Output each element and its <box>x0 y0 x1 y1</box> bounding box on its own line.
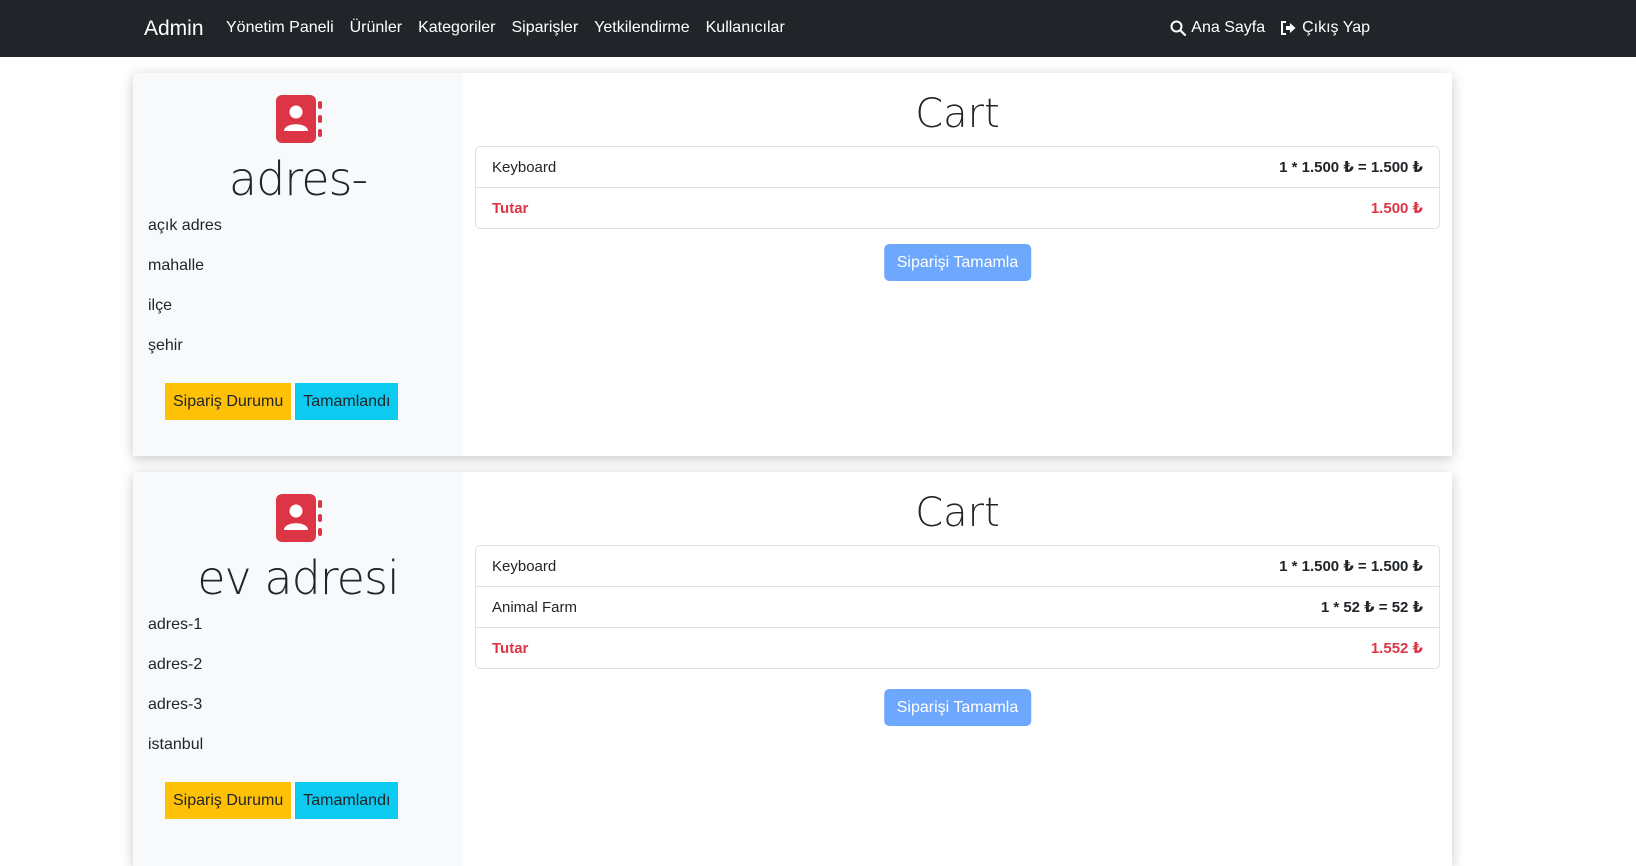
nav-link-yetkilendirme[interactable]: Yetkilendirme <box>594 19 689 37</box>
address-lines: adres-1 adres-2 adres-3 istanbul <box>148 614 203 774</box>
search-icon <box>1170 20 1187 36</box>
order-card: ev adresi adres-1 adres-2 adres-3 istanb… <box>133 472 1452 866</box>
address-line: adres-2 <box>148 656 203 673</box>
status-completed-badge[interactable]: Tamamlandı <box>295 782 399 819</box>
address-line: açık adres <box>148 217 222 234</box>
status-completed-badge[interactable]: Tamamlandı <box>295 383 399 420</box>
address-line: mahalle <box>148 257 205 274</box>
cart-total-label: Tutar <box>492 639 529 657</box>
address-line: adres-3 <box>148 696 203 713</box>
cart-total-value: 1.500 ₺ <box>1370 200 1423 217</box>
cart-list: Keyboard 1 * 1.500 ₺ = 1.500 ₺ Animal Fa… <box>475 545 1440 669</box>
order-status-button[interactable]: Sipariş Durumu <box>165 782 292 819</box>
nav-link-siparisler[interactable]: Siparişler <box>511 19 578 37</box>
order-status-button[interactable]: Sipariş Durumu <box>165 383 292 420</box>
cart-item: Keyboard 1 * 1.500 ₺ = 1.500 ₺ <box>476 147 1439 188</box>
nav-right: Ana Sayfa Çıkış Yap <box>1155 19 1370 37</box>
nav-link-kullanicilar[interactable]: Kullanıcılar <box>706 19 785 37</box>
address-title: adres- <box>228 152 368 206</box>
navbar: Admin Yönetim Paneli Ürünler Kategoriler… <box>0 0 1636 57</box>
cart-item-price: 1 * 52 ₺ = 52 ₺ <box>1320 599 1423 616</box>
complete-order-button[interactable]: Siparişi Tamamla <box>883 689 1032 726</box>
cart-panel: Cart Keyboard 1 * 1.500 ₺ = 1.500 ₺ Anim… <box>463 472 1452 866</box>
cart-item: Keyboard 1 * 1.500 ₺ = 1.500 ₺ <box>476 546 1439 587</box>
address-line: istanbul <box>148 736 204 753</box>
order-card: adres- açık adres mahalle ilçe şehir Sip… <box>133 73 1452 456</box>
home-link-label: Ana Sayfa <box>1191 19 1266 36</box>
status-row: Sipariş Durumu Tamamlandı <box>165 782 399 819</box>
home-link[interactable]: Ana Sayfa <box>1170 19 1265 37</box>
address-line: adres-1 <box>148 616 203 633</box>
cart-item-name: Animal Farm <box>492 598 578 616</box>
cart-total-value: 1.552 ₺ <box>1370 640 1423 657</box>
nav-link-yonetim-paneli[interactable]: Yönetim Paneli <box>226 19 334 37</box>
address-book-icon <box>276 494 322 542</box>
status-row: Sipariş Durumu Tamamlandı <box>165 383 399 420</box>
address-panel: ev adresi adres-1 adres-2 adres-3 istanb… <box>133 472 463 866</box>
address-line: şehir <box>148 337 183 354</box>
address-title: ev adresi <box>197 551 399 605</box>
cart-item-price: 1 * 1.500 ₺ = 1.500 ₺ <box>1279 558 1423 575</box>
cart-item-name: Keyboard <box>492 158 557 176</box>
cart-total-row: Tutar 1.500 ₺ <box>476 188 1439 228</box>
cart-item-name: Keyboard <box>492 557 557 575</box>
cart-title: Cart <box>915 91 1000 137</box>
cart-list: Keyboard 1 * 1.500 ₺ = 1.500 ₺ Tutar 1.5… <box>475 146 1440 229</box>
cart-item-price: 1 * 1.500 ₺ = 1.500 ₺ <box>1279 159 1423 176</box>
cart-item: Animal Farm 1 * 52 ₺ = 52 ₺ <box>476 587 1439 628</box>
sign-out-icon <box>1281 21 1296 35</box>
nav-link-kategoriler[interactable]: Kategoriler <box>418 19 495 37</box>
address-panel: adres- açık adres mahalle ilçe şehir Sip… <box>133 73 463 456</box>
brand-link[interactable]: Admin <box>144 17 204 41</box>
address-book-icon <box>276 95 322 143</box>
address-lines: açık adres mahalle ilçe şehir <box>148 215 222 375</box>
cart-total-row: Tutar 1.552 ₺ <box>476 628 1439 668</box>
cart-title: Cart <box>915 490 1000 536</box>
logout-link[interactable]: Çıkış Yap <box>1280 19 1370 37</box>
logout-link-label: Çıkış Yap <box>1302 19 1370 36</box>
address-line: ilçe <box>148 297 173 314</box>
cart-panel: Cart Keyboard 1 * 1.500 ₺ = 1.500 ₺ Tuta… <box>463 73 1452 456</box>
complete-order-button[interactable]: Siparişi Tamamla <box>883 244 1032 281</box>
cart-total-label: Tutar <box>492 199 529 217</box>
nav-links: Yönetim Paneli Ürünler Kategoriler Sipar… <box>226 19 801 37</box>
nav-link-urunler[interactable]: Ürünler <box>350 19 402 37</box>
